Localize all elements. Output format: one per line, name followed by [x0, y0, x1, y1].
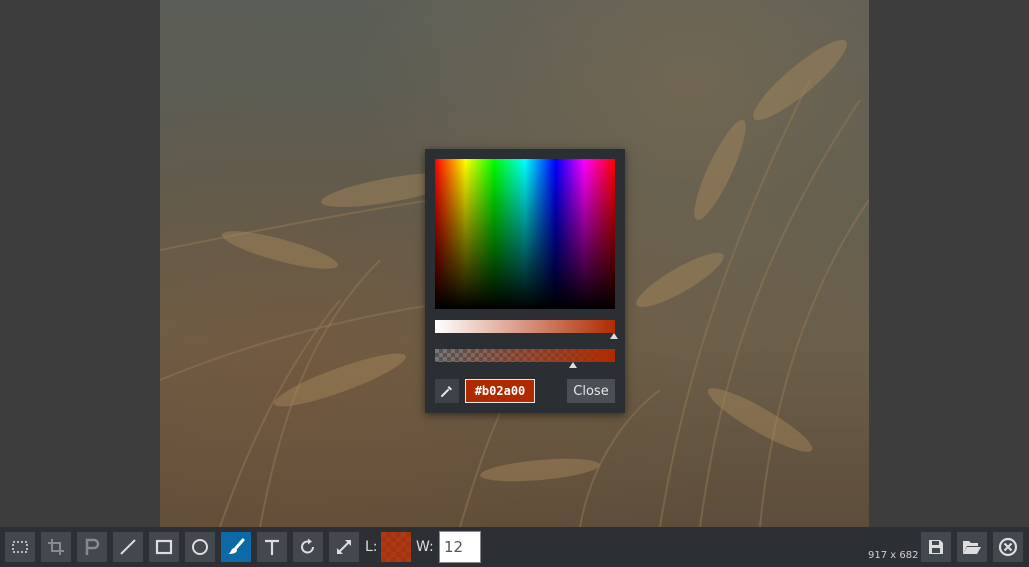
- resize-tool-button[interactable]: [329, 532, 359, 562]
- line-color-swatch[interactable]: [381, 532, 411, 562]
- close-circle-icon: [998, 537, 1018, 557]
- eyedropper-button[interactable]: [435, 379, 459, 403]
- lightness-slider-handle[interactable]: [610, 333, 618, 339]
- alpha-slider-handle[interactable]: [569, 362, 577, 368]
- color-spectrum[interactable]: [435, 159, 615, 309]
- crop-icon: [48, 539, 64, 555]
- alpha-slider[interactable]: [435, 349, 615, 362]
- lightness-slider[interactable]: [435, 320, 615, 333]
- rotate-icon: [301, 538, 314, 554]
- save-button[interactable]: [921, 532, 951, 562]
- select-rectangle-icon: [12, 541, 28, 553]
- folder-open-icon: [963, 541, 981, 554]
- hex-color-input[interactable]: #b02a00: [465, 379, 535, 403]
- image-dimensions: 917 x 682: [868, 550, 919, 561]
- line-color-label: L:: [365, 539, 378, 555]
- line-icon: [120, 539, 136, 555]
- rectangle-tool-button[interactable]: [149, 532, 179, 562]
- text-icon: [265, 539, 279, 555]
- pixelate-icon: [85, 538, 100, 555]
- color-picker: #b02a00 Close: [425, 149, 625, 413]
- save-icon: [929, 540, 943, 554]
- resize-icon: [337, 540, 351, 554]
- eyedropper-icon: [441, 386, 452, 397]
- picker-close-button[interactable]: Close: [567, 379, 615, 403]
- line-tool-button[interactable]: [113, 532, 143, 562]
- close-editor-button[interactable]: [993, 532, 1023, 562]
- width-input[interactable]: 12: [439, 531, 481, 563]
- crop-tool-button[interactable]: [41, 532, 71, 562]
- text-tool-button[interactable]: [257, 532, 287, 562]
- rectangle-icon: [155, 539, 173, 555]
- pixelate-tool-button[interactable]: [77, 532, 107, 562]
- select-tool-button[interactable]: [5, 532, 35, 562]
- ellipse-tool-button[interactable]: [185, 532, 215, 562]
- width-label: W:: [416, 539, 434, 555]
- brush-tool-button[interactable]: [221, 532, 251, 562]
- rotate-tool-button[interactable]: [293, 532, 323, 562]
- open-button[interactable]: [957, 532, 987, 562]
- brush-icon: [229, 538, 245, 554]
- ellipse-icon: [192, 539, 208, 555]
